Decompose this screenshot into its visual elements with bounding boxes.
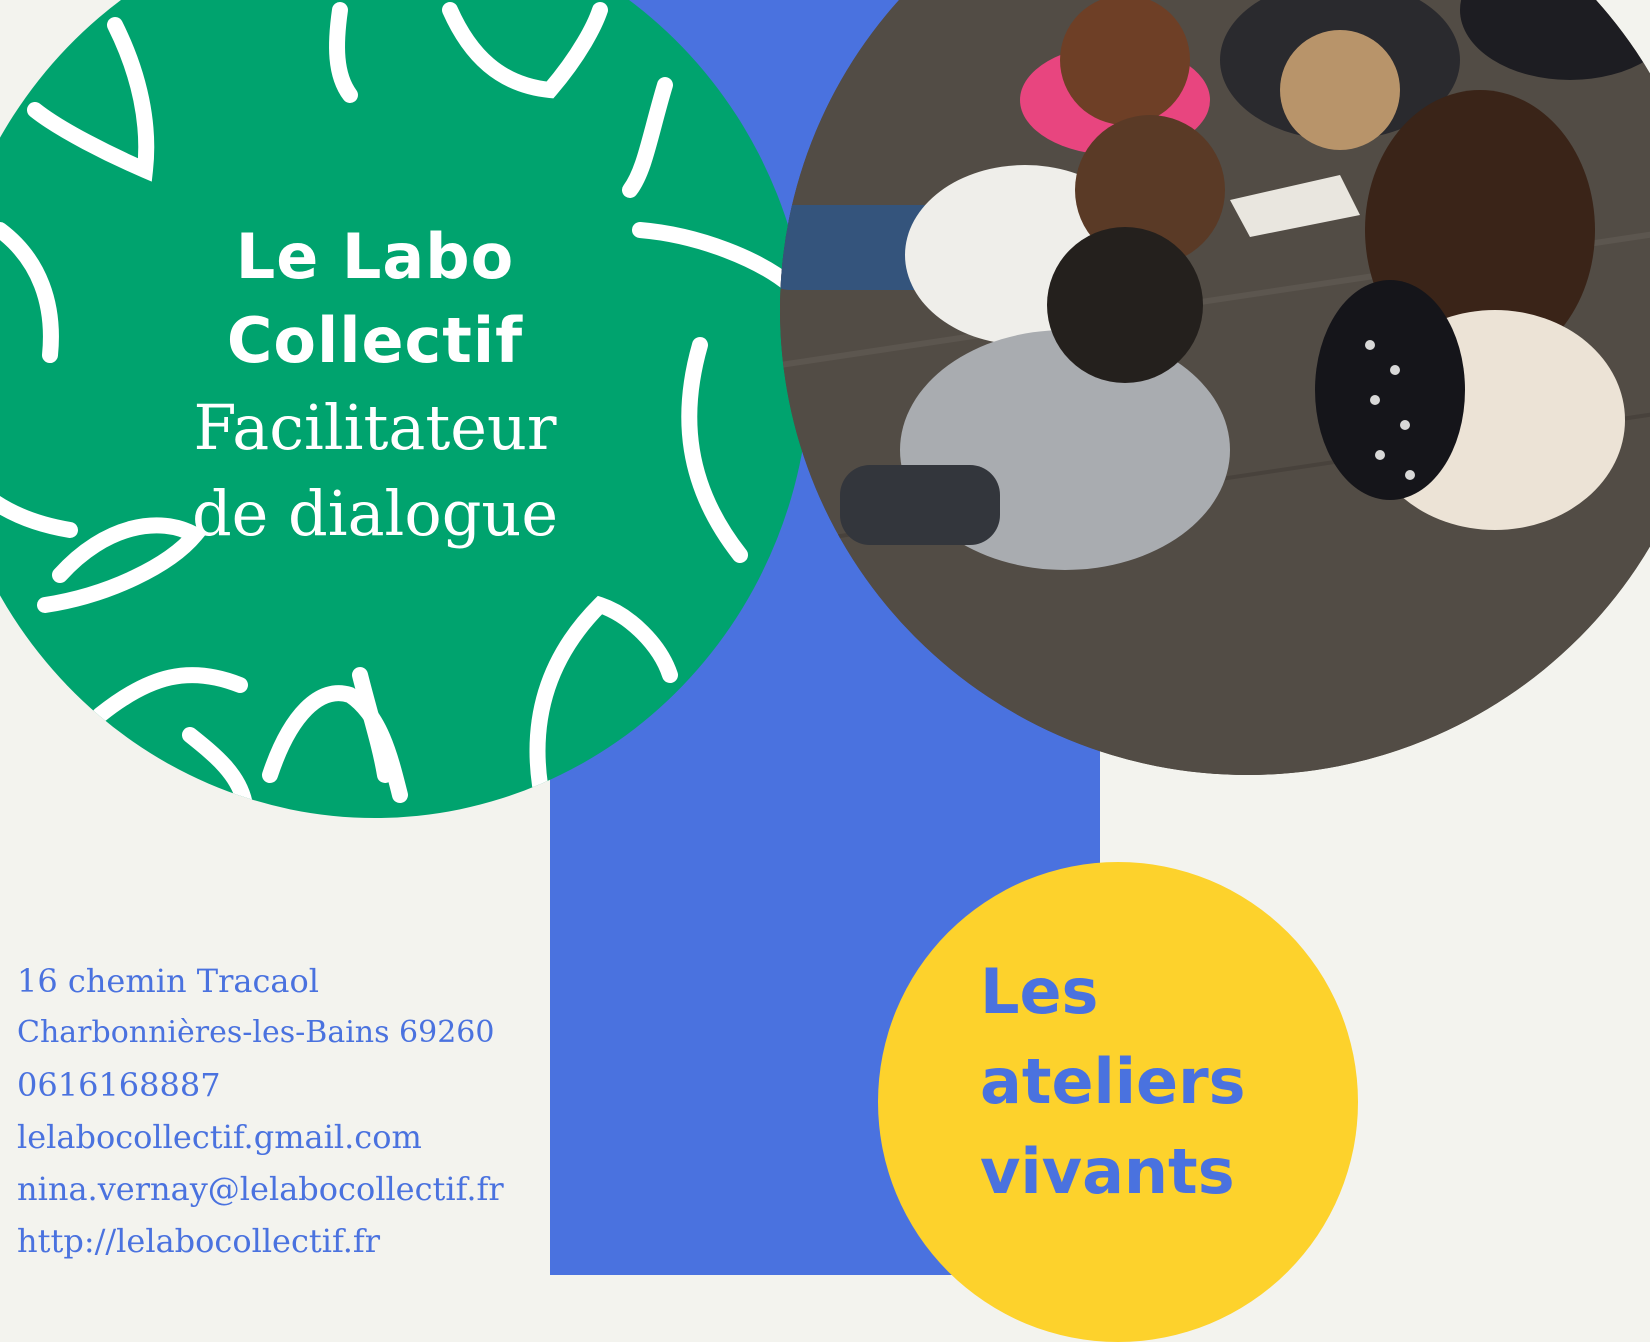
workshop-title-line1: Les <box>980 955 1099 1028</box>
brand-tagline: Facilitateur de dialogue <box>0 385 810 557</box>
website-link: http://lelabocollectif.fr <box>17 1222 381 1260</box>
contact-info: 16 chemin Tracaol Charbonnières-les-Bain… <box>17 955 557 1267</box>
children-illustration <box>780 0 1650 775</box>
workshop-circle: Les ateliers vivants <box>878 862 1358 1342</box>
workshop-title-line3: vivants <box>980 1135 1235 1208</box>
workshop-title: Les ateliers vivants <box>980 947 1340 1217</box>
brand-tagline-line1: Facilitateur <box>193 391 557 464</box>
brand-name-line1: Le Labo <box>235 220 515 293</box>
brand-tagline-line2: de dialogue <box>191 477 559 550</box>
email-primary: lelabocollectif.gmail.com <box>17 1118 422 1156</box>
phone-number: 0616168887 <box>17 1066 221 1104</box>
children-photo <box>780 0 1650 775</box>
address-line2: Charbonnières-les-Bains 69260 <box>17 1015 495 1050</box>
workshop-title-line2: ateliers <box>980 1045 1246 1118</box>
brand-name: Le Labo Collectif <box>0 215 810 383</box>
brand-circle: Le Labo Collectif Facilitateur de dialog… <box>0 0 810 818</box>
email-secondary: nina.vernay@lelabocollectif.fr <box>17 1170 504 1208</box>
address-line1: 16 chemin Tracaol <box>17 962 319 1000</box>
brand-name-line2: Collectif <box>226 304 524 377</box>
